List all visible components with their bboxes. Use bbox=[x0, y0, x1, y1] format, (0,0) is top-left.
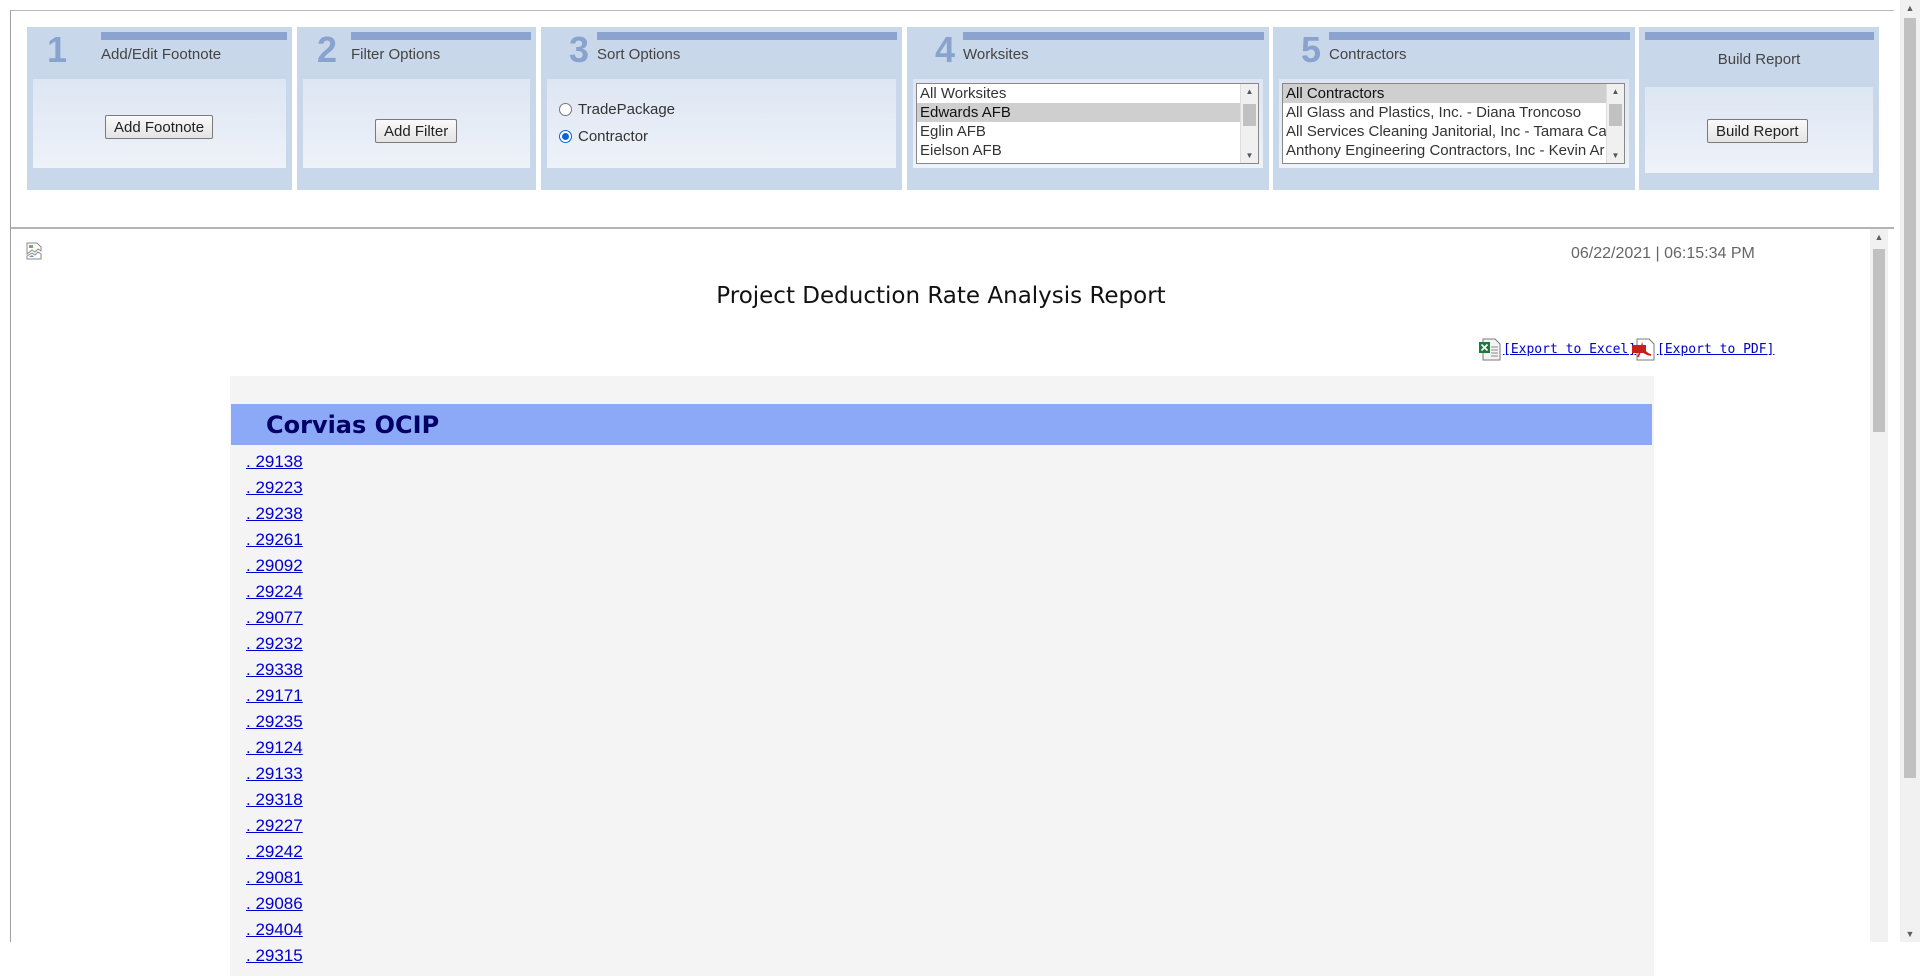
window-scrollbar[interactable]: ▲ ▼ bbox=[1900, 0, 1920, 942]
report-content: Corvias OCIP . 29138 . 29223 . 29238 . 2… bbox=[230, 376, 1654, 976]
panel-title: Add/Edit Footnote bbox=[101, 46, 222, 63]
project-link-list: . 29138 . 29223 . 29238 . 29261 . 29092 … bbox=[246, 449, 303, 969]
radio-button-checked[interactable] bbox=[559, 130, 572, 143]
panel-stripe bbox=[101, 32, 287, 40]
scroll-thumb[interactable] bbox=[1609, 104, 1622, 126]
listbox-option[interactable]: Anthony Engineering Contractors, Inc - K… bbox=[1283, 141, 1624, 160]
report-toolbar: 1 Add/Edit Footnote Add Footnote 2 Filte… bbox=[11, 11, 1894, 229]
report-scrollbar[interactable]: ▲ bbox=[1870, 229, 1888, 942]
panel-stripe bbox=[1329, 32, 1630, 40]
panel-title: Worksites bbox=[963, 46, 1029, 63]
panel-build-report: Build Report Build Report bbox=[1639, 27, 1879, 190]
project-link[interactable]: . 29092 bbox=[246, 553, 303, 579]
panel-body: Add Footnote bbox=[33, 79, 286, 168]
project-link[interactable]: . 29338 bbox=[246, 657, 303, 683]
panel-stripe bbox=[963, 32, 1264, 40]
project-link[interactable]: . 29227 bbox=[246, 813, 303, 839]
listbox-option[interactable]: All Glass and Plastics, Inc. - Diana Tro… bbox=[1283, 103, 1624, 122]
excel-file-icon[interactable] bbox=[1477, 336, 1503, 362]
report-timestamp: 06/22/2021 | 06:15:34 PM bbox=[1571, 245, 1755, 262]
panel-body: Build Report bbox=[1645, 87, 1873, 173]
project-link[interactable]: . 29235 bbox=[246, 709, 303, 735]
panel-stripe bbox=[1645, 32, 1874, 40]
pdf-file-icon[interactable] bbox=[1631, 336, 1657, 362]
panel-title: Filter Options bbox=[351, 46, 441, 63]
project-link[interactable]: . 29133 bbox=[246, 761, 303, 787]
radio-label: Contractor bbox=[578, 128, 649, 145]
panel-stripe bbox=[351, 32, 531, 40]
project-link[interactable]: . 29223 bbox=[246, 475, 303, 501]
project-link[interactable]: . 29238 bbox=[246, 501, 303, 527]
project-link[interactable]: . 29171 bbox=[246, 683, 303, 709]
report-view: 06/22/2021 | 06:15:34 PM Project Deducti… bbox=[11, 229, 1894, 976]
panel-sort: 3 Sort Options TradePackage Contractor bbox=[541, 27, 902, 190]
worksites-listbox[interactable]: All Worksites Edwards AFB Eglin AFB Eiel… bbox=[916, 83, 1259, 164]
broken-image-icon bbox=[26, 242, 42, 260]
build-report-button[interactable]: Build Report bbox=[1707, 119, 1808, 143]
listbox-option[interactable]: All Services Cleaning Janitorial, Inc - … bbox=[1283, 122, 1624, 141]
panel-body: TradePackage Contractor bbox=[547, 79, 896, 168]
scroll-thumb[interactable] bbox=[1243, 104, 1256, 126]
project-link[interactable]: . 29242 bbox=[246, 839, 303, 865]
step-number: 2 bbox=[317, 29, 338, 70]
project-link[interactable]: . 29138 bbox=[246, 449, 303, 475]
step-number: 5 bbox=[1301, 29, 1322, 70]
sort-radio-tradepackage[interactable]: TradePackage bbox=[559, 101, 675, 118]
scroll-down-arrow-icon[interactable]: ▼ bbox=[1900, 926, 1920, 942]
add-filter-button[interactable]: Add Filter bbox=[375, 119, 458, 143]
scroll-thumb[interactable] bbox=[1904, 18, 1916, 778]
panel-body: Add Filter bbox=[303, 79, 530, 168]
step-number: 1 bbox=[47, 29, 68, 70]
report-title: Project Deduction Rate Analysis Report bbox=[716, 283, 1166, 309]
panel-worksites: 4 Worksites All Worksites Edwards AFB Eg… bbox=[907, 27, 1269, 190]
contractors-listbox[interactable]: All Contractors All Glass and Plastics, … bbox=[1282, 83, 1625, 164]
project-link[interactable]: . 29086 bbox=[246, 891, 303, 917]
export-to-excel-link[interactable]: [Export to Excel] bbox=[1503, 342, 1636, 357]
app-frame: 1 Add/Edit Footnote Add Footnote 2 Filte… bbox=[10, 10, 1894, 976]
listbox-option[interactable]: All Worksites bbox=[917, 84, 1258, 103]
project-link[interactable]: . 29315 bbox=[246, 943, 303, 969]
listbox-scrollbar[interactable]: ▲ ▼ bbox=[1606, 84, 1624, 163]
project-link[interactable]: . 29318 bbox=[246, 787, 303, 813]
panel-footnote: 1 Add/Edit Footnote Add Footnote bbox=[27, 27, 292, 190]
add-footnote-button[interactable]: Add Footnote bbox=[105, 115, 214, 139]
listbox-option[interactable]: Eglin AFB bbox=[917, 122, 1258, 141]
listbox-scrollbar[interactable]: ▲ ▼ bbox=[1240, 84, 1258, 163]
radio-button[interactable] bbox=[559, 103, 572, 116]
export-to-pdf-link[interactable]: [Export to PDF] bbox=[1657, 342, 1774, 357]
project-link[interactable]: . 29224 bbox=[246, 579, 303, 605]
panel-contractors: 5 Contractors All Contractors All Glass … bbox=[1273, 27, 1635, 190]
panel-title: Sort Options bbox=[597, 46, 681, 63]
export-excel[interactable]: [Export to Excel] bbox=[1477, 336, 1636, 362]
scroll-up-arrow-icon[interactable]: ▲ bbox=[1241, 84, 1258, 99]
scroll-down-arrow-icon[interactable]: ▼ bbox=[1241, 148, 1258, 163]
project-link[interactable]: . 29124 bbox=[246, 735, 303, 761]
listbox-option[interactable]: Eielson AFB bbox=[917, 141, 1258, 160]
scroll-down-arrow-icon[interactable]: ▼ bbox=[1607, 148, 1624, 163]
radio-label: TradePackage bbox=[578, 101, 676, 118]
group-header: Corvias OCIP bbox=[231, 404, 1652, 445]
scroll-thumb[interactable] bbox=[1873, 249, 1885, 432]
step-number: 3 bbox=[569, 29, 590, 70]
project-link[interactable]: . 29404 bbox=[246, 917, 303, 943]
group-title: Corvias OCIP bbox=[266, 411, 440, 439]
step-number: 4 bbox=[935, 29, 956, 70]
scroll-up-arrow-icon[interactable]: ▲ bbox=[1900, 0, 1920, 16]
scroll-up-arrow-icon[interactable]: ▲ bbox=[1870, 229, 1888, 245]
scroll-up-arrow-icon[interactable]: ▲ bbox=[1607, 84, 1624, 99]
panel-stripe bbox=[597, 32, 897, 40]
project-link[interactable]: . 29232 bbox=[246, 631, 303, 657]
export-pdf[interactable]: [Export to PDF] bbox=[1631, 336, 1774, 362]
panel-title: Contractors bbox=[1329, 46, 1407, 63]
listbox-option-selected[interactable]: All Contractors bbox=[1283, 84, 1624, 103]
project-link[interactable]: . 29081 bbox=[246, 865, 303, 891]
project-link[interactable]: . 29077 bbox=[246, 605, 303, 631]
panel-title: Build Report bbox=[1717, 51, 1801, 68]
listbox-option-selected[interactable]: Edwards AFB bbox=[917, 103, 1258, 122]
sort-radio-contractor[interactable]: Contractor bbox=[559, 128, 648, 145]
project-link[interactable]: . 29261 bbox=[246, 527, 303, 553]
panel-filter: 2 Filter Options Add Filter bbox=[297, 27, 536, 190]
